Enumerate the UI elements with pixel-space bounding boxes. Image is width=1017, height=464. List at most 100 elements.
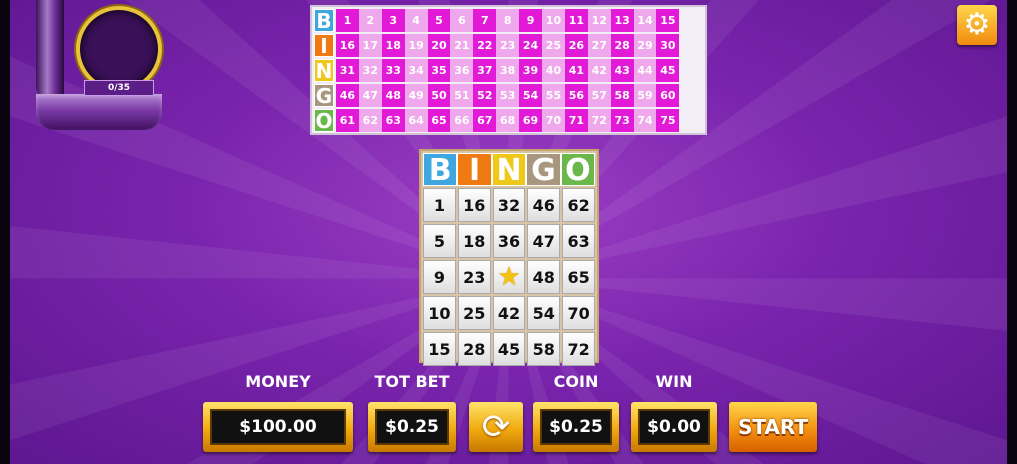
card-cell[interactable]: 9 bbox=[423, 260, 456, 294]
win-display: $0.00 bbox=[631, 402, 717, 452]
board-number: 48 bbox=[381, 84, 405, 107]
board-number: 35 bbox=[427, 59, 451, 82]
card-cell[interactable]: 5 bbox=[423, 224, 456, 258]
board-number: 32 bbox=[358, 59, 382, 82]
card-cell[interactable]: 45 bbox=[492, 332, 526, 366]
card-cell[interactable]: 47 bbox=[527, 224, 561, 258]
board-number: 18 bbox=[381, 34, 405, 57]
board-row: B 1 2 3 4 5 6 7 8 9 10 11 12 13 14 15 bbox=[314, 9, 703, 33]
card-cell[interactable]: 54 bbox=[527, 296, 561, 330]
board-number: 60 bbox=[656, 84, 680, 107]
card-cell[interactable]: 62 bbox=[562, 188, 595, 222]
card-cell[interactable]: 16 bbox=[457, 188, 491, 222]
board-number: 54 bbox=[519, 84, 543, 107]
card-cell[interactable]: 15 bbox=[423, 332, 456, 366]
board-number: 64 bbox=[404, 109, 428, 132]
card-cell[interactable]: 25 bbox=[457, 296, 491, 330]
card-cell[interactable]: 70 bbox=[562, 296, 595, 330]
board-number: 14 bbox=[633, 9, 657, 32]
board-number: 58 bbox=[610, 84, 634, 107]
board-number: 45 bbox=[656, 59, 680, 82]
board-number: 28 bbox=[610, 34, 634, 57]
board-letter: N bbox=[314, 59, 334, 83]
card-cell[interactable]: 58 bbox=[527, 332, 561, 366]
board-number: 66 bbox=[450, 109, 474, 132]
card-cell[interactable]: 1 bbox=[423, 188, 456, 222]
card-cell[interactable]: 72 bbox=[562, 332, 595, 366]
board-number: 15 bbox=[656, 9, 680, 32]
card-cell[interactable]: 10 bbox=[423, 296, 456, 330]
settings-button[interactable]: ⚙ bbox=[957, 5, 997, 45]
board-letter: O bbox=[314, 109, 334, 133]
tot-bet-label: TOT BET bbox=[374, 372, 450, 391]
board-number: 31 bbox=[336, 59, 359, 82]
free-space-cell[interactable]: ★ bbox=[492, 260, 526, 294]
board-number: 40 bbox=[542, 59, 565, 82]
board-number: 63 bbox=[381, 109, 405, 132]
board-letter: G bbox=[314, 84, 334, 108]
card-cell[interactable]: 18 bbox=[457, 224, 491, 258]
board-number: 7 bbox=[473, 9, 497, 32]
card-cell[interactable]: 65 bbox=[562, 260, 595, 294]
card-cell[interactable]: 42 bbox=[492, 296, 526, 330]
card-cell[interactable]: 36 bbox=[492, 224, 526, 258]
board-row: G 46 47 48 49 50 51 52 53 54 55 56 57 58 59 60 bbox=[314, 84, 703, 108]
tot-bet-display: $0.25 bbox=[368, 402, 456, 452]
right-frame bbox=[1007, 0, 1017, 464]
board-number: 44 bbox=[633, 59, 657, 82]
board-number: 9 bbox=[519, 9, 543, 32]
bingo-card: BINGO 1 16 32 46 62 5 18 36 47 63 9 23 ★ 48 65 10 25 42 54… bbox=[419, 149, 599, 366]
board-number: 13 bbox=[610, 9, 634, 32]
cycle-bet-button[interactable]: ⟳ bbox=[469, 402, 523, 452]
board-number: 53 bbox=[496, 84, 520, 107]
board-number: 70 bbox=[542, 109, 565, 132]
card-cell[interactable]: 32 bbox=[492, 188, 526, 222]
board-number: 73 bbox=[610, 109, 634, 132]
card-cell[interactable]: 63 bbox=[562, 224, 595, 258]
coin-value: $0.25 bbox=[540, 409, 612, 445]
win-value: $0.00 bbox=[638, 409, 710, 445]
board-letter: B bbox=[314, 9, 334, 33]
board-row: I 16 17 18 19 20 21 22 23 24 25 26 27 28 29 30 bbox=[314, 34, 703, 58]
board-number: 52 bbox=[473, 84, 497, 107]
board-number: 25 bbox=[542, 34, 565, 57]
board-number: 36 bbox=[450, 59, 474, 82]
board-number: 56 bbox=[564, 84, 588, 107]
left-frame bbox=[0, 0, 10, 464]
start-button[interactable]: START bbox=[729, 402, 817, 452]
board-number: 38 bbox=[496, 59, 520, 82]
card-cell[interactable]: 23 bbox=[457, 260, 491, 294]
board-row: O 61 62 63 64 65 66 67 68 69 70 71 72 73 74 75 bbox=[314, 109, 703, 133]
coin-display[interactable]: $0.25 bbox=[533, 402, 619, 452]
board-number: 27 bbox=[587, 34, 611, 57]
board-number: 41 bbox=[564, 59, 588, 82]
board-number: 69 bbox=[519, 109, 543, 132]
board-number: 19 bbox=[404, 34, 428, 57]
board-number: 68 bbox=[496, 109, 520, 132]
board-number: 65 bbox=[427, 109, 451, 132]
ball-counter: 0/35 bbox=[84, 80, 154, 96]
board-number: 49 bbox=[404, 84, 428, 107]
board-number: 16 bbox=[336, 34, 359, 57]
card-cell[interactable]: 28 bbox=[457, 332, 491, 366]
board-number: 17 bbox=[358, 34, 382, 57]
star-icon: ★ bbox=[497, 262, 521, 292]
money-display: $100.00 bbox=[203, 402, 353, 452]
board-number: 12 bbox=[587, 9, 611, 32]
board-number: 59 bbox=[633, 84, 657, 107]
card-letter: O bbox=[560, 153, 596, 187]
card-letter: B bbox=[423, 153, 458, 187]
board-number: 47 bbox=[358, 84, 382, 107]
money-value: $100.00 bbox=[210, 409, 346, 445]
card-header: BINGO bbox=[423, 153, 596, 187]
board-number: 39 bbox=[519, 59, 543, 82]
card-cell[interactable]: 46 bbox=[527, 188, 561, 222]
coin-label: COIN bbox=[553, 372, 599, 391]
board-number: 22 bbox=[473, 34, 497, 57]
board-number: 33 bbox=[381, 59, 405, 82]
board-number: 21 bbox=[450, 34, 474, 57]
board-number: 50 bbox=[427, 84, 451, 107]
caller-board: B 1 2 3 4 5 6 7 8 9 10 11 12 13 14 15 I 16 17 18 19 20 21 22 23 2… bbox=[310, 5, 707, 135]
board-number: 71 bbox=[564, 109, 588, 132]
card-cell[interactable]: 48 bbox=[527, 260, 561, 294]
